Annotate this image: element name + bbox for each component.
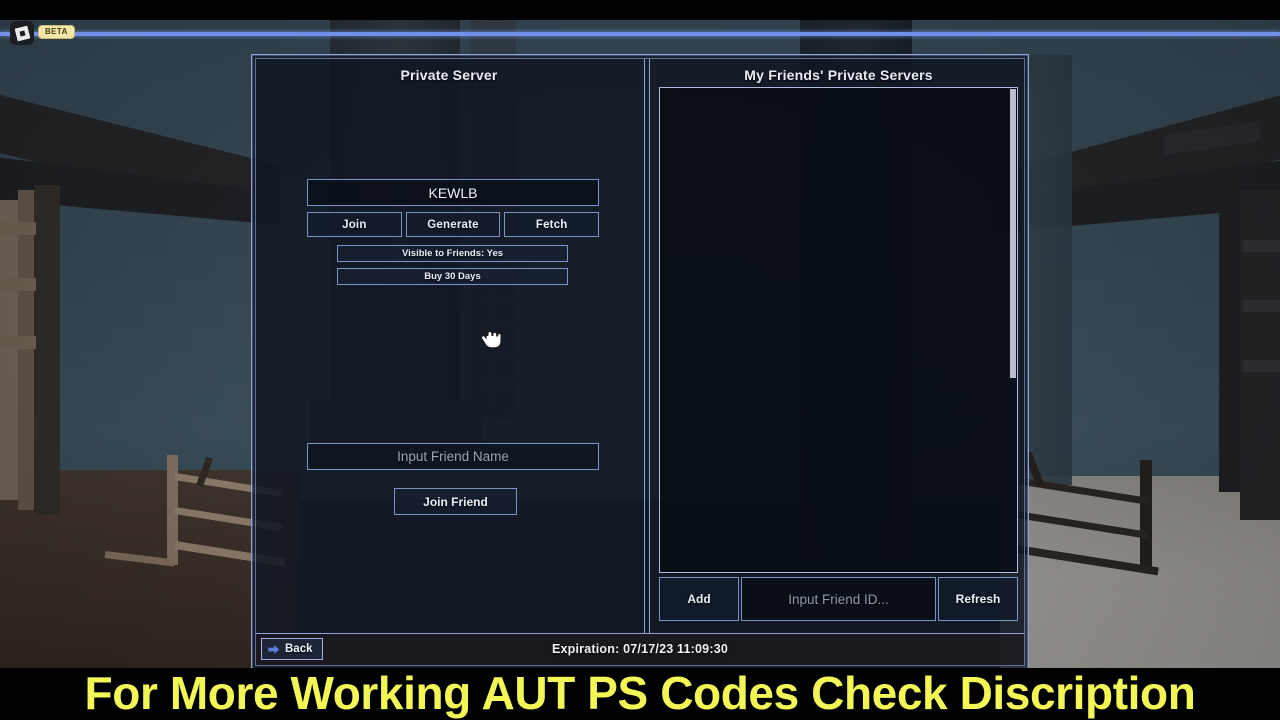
- join-friend-button[interactable]: Join Friend: [394, 488, 517, 515]
- friends-servers-column: My Friends' Private Servers Add Input Fr…: [653, 59, 1024, 633]
- panel-bottom-bar: Back Expiration: 07/17/23 11:09:30: [256, 633, 1024, 665]
- roblox-topbar: BETA: [0, 20, 1280, 45]
- column-divider: [642, 59, 653, 633]
- server-code-field[interactable]: KEWLB: [307, 179, 599, 206]
- video-caption: For More Working AUT PS Codes Check Disc…: [84, 667, 1196, 719]
- buy-30-days-button[interactable]: Buy 30 Days: [337, 268, 568, 285]
- letterbox-top: [0, 0, 1280, 20]
- join-button[interactable]: Join: [307, 212, 402, 237]
- add-friend-button[interactable]: Add: [659, 577, 739, 621]
- friend-id-input[interactable]: Input Friend ID...: [741, 577, 936, 621]
- roblox-logo-icon[interactable]: [10, 21, 34, 45]
- screen-root: BETA Private Server KEWLB Join Generate …: [0, 0, 1280, 720]
- friend-id-controls: Add Input Friend ID... Refresh: [659, 577, 1018, 621]
- refresh-button[interactable]: Refresh: [938, 577, 1018, 621]
- expiration-text: Expiration: 07/17/23 11:09:30: [551, 642, 729, 656]
- friends-servers-list[interactable]: [659, 87, 1018, 573]
- friends-list-scrollbar[interactable]: [1010, 89, 1016, 571]
- visible-to-friends-toggle[interactable]: Visible to Friends: Yes: [337, 245, 568, 262]
- private-server-column: Private Server KEWLB Join Generate Fetch…: [256, 59, 642, 633]
- topbar-accent-line: [0, 32, 1280, 36]
- panel-inner-frame: Private Server KEWLB Join Generate Fetch…: [255, 58, 1025, 666]
- beta-badge: BETA: [38, 25, 75, 39]
- private-server-panel: Private Server KEWLB Join Generate Fetch…: [251, 54, 1029, 670]
- generate-button[interactable]: Generate: [405, 212, 501, 237]
- fetch-button[interactable]: Fetch: [504, 212, 600, 237]
- private-server-title: Private Server: [400, 67, 498, 83]
- friends-list-scrollbar-thumb[interactable]: [1010, 89, 1016, 379]
- server-action-buttons: Join Generate Fetch: [307, 212, 600, 237]
- friend-name-input[interactable]: Input Friend Name: [307, 443, 599, 470]
- friends-servers-title: My Friends' Private Servers: [744, 67, 933, 83]
- panel-columns: Private Server KEWLB Join Generate Fetch…: [256, 59, 1024, 633]
